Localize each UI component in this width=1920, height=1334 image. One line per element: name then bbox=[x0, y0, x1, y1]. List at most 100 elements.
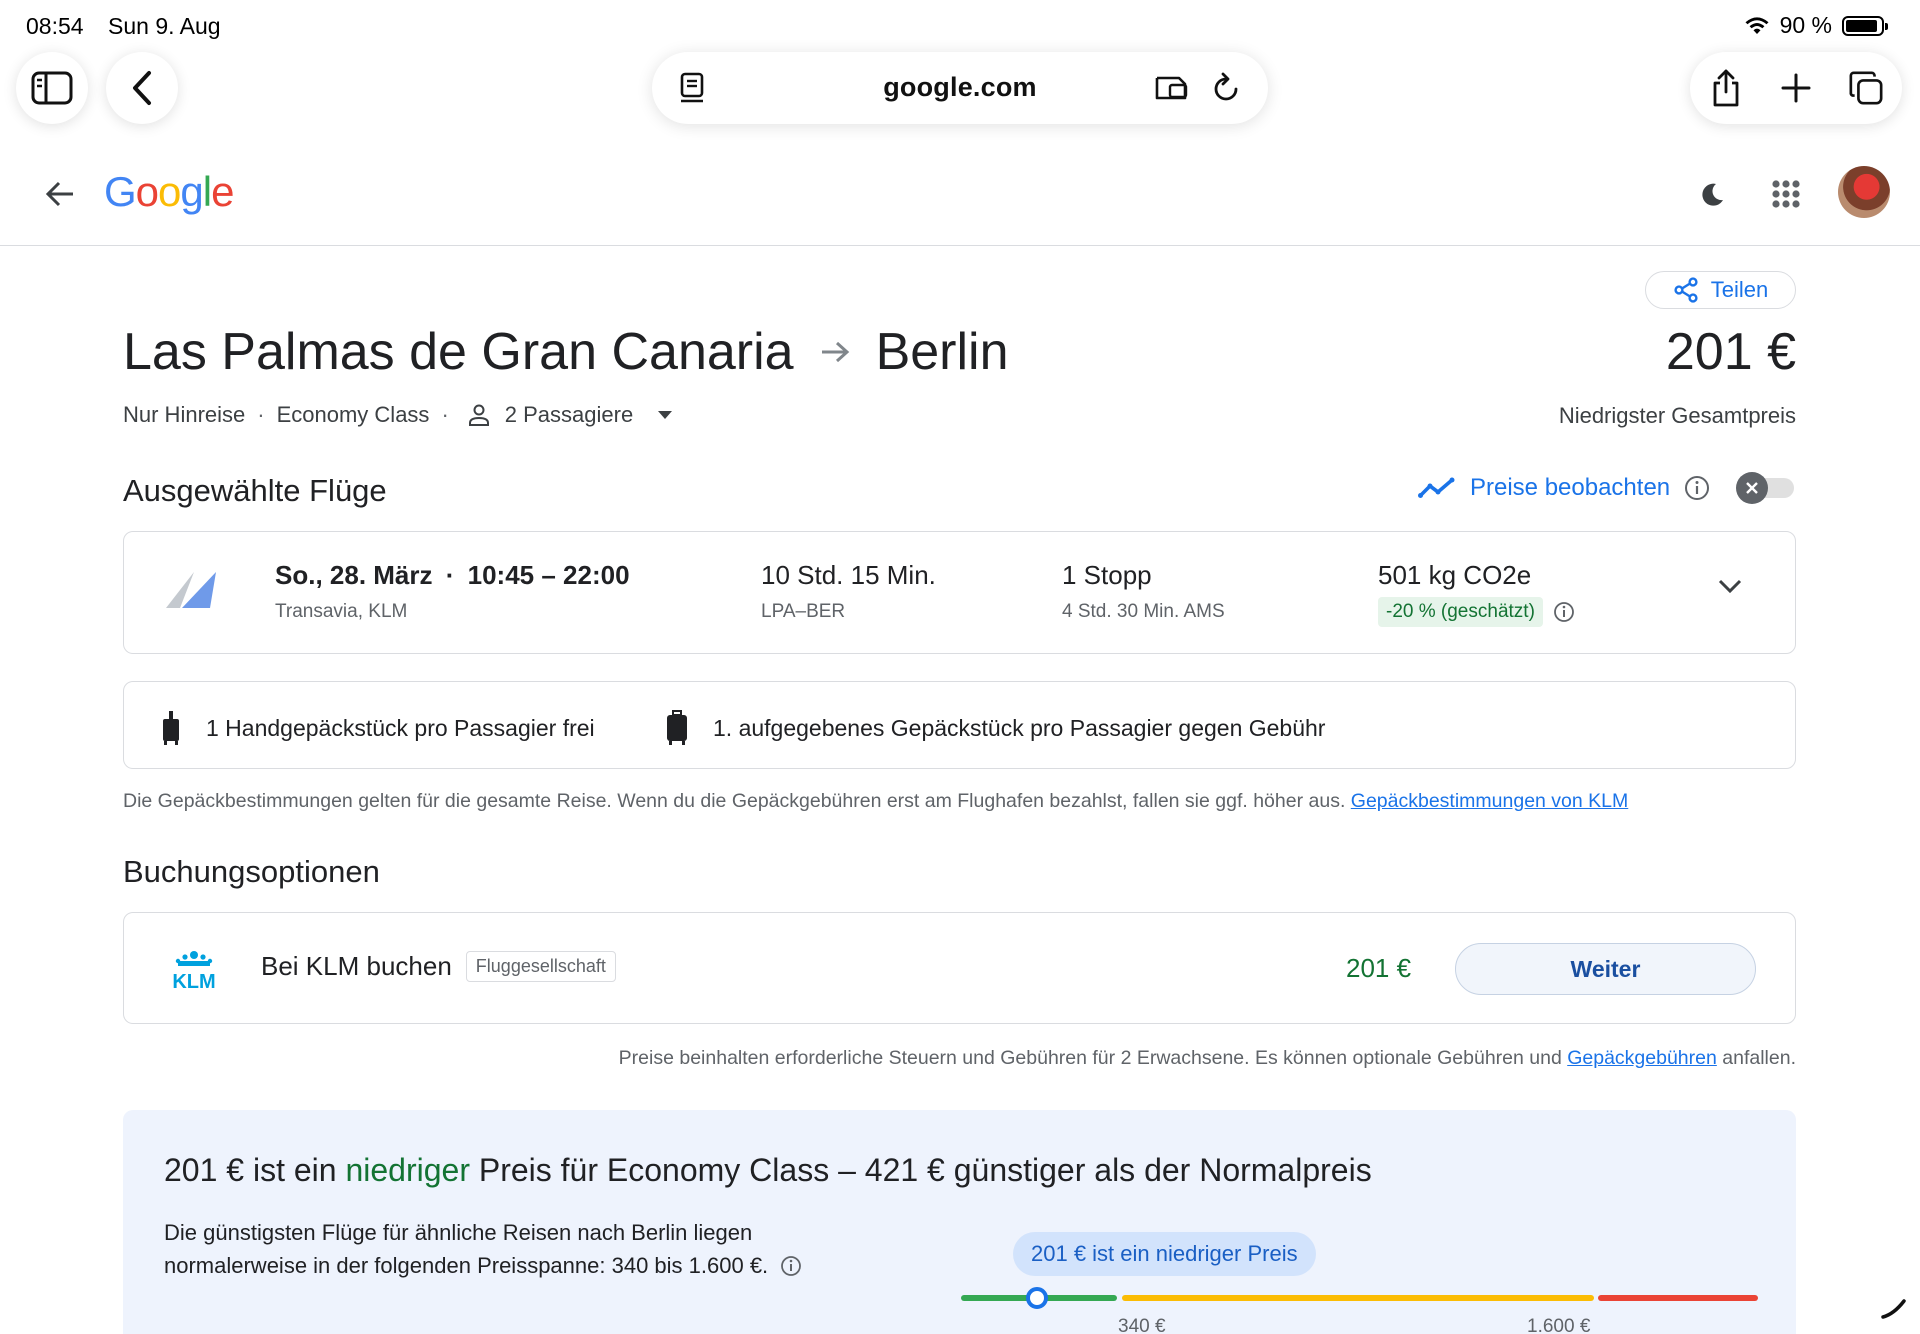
apps-grid-icon bbox=[1772, 180, 1800, 208]
price-bar-high bbox=[1598, 1295, 1758, 1301]
meta-separator: · bbox=[441, 402, 449, 427]
apps-button[interactable] bbox=[1768, 176, 1804, 217]
flight-times: So., 28. März · 10:45 – 22:00 Transavia,… bbox=[275, 560, 630, 623]
checked-bag-text: 1. aufgegebenes Gepäckstück pro Passagie… bbox=[713, 714, 1326, 741]
checked-bag-icon bbox=[667, 710, 687, 745]
arrow-right-icon bbox=[821, 341, 849, 363]
battery-percent: 90 % bbox=[1779, 12, 1832, 38]
carry-on-text: 1 Handgepäckstück pro Passagier frei bbox=[206, 714, 595, 741]
flight-airlines: Transavia, KLM bbox=[275, 601, 408, 622]
layover-value: 4 Std. 30 Min. AMS bbox=[1062, 601, 1225, 622]
status-right: 90 % bbox=[1744, 12, 1888, 39]
emissions-value: 501 kg CO2e bbox=[1378, 560, 1532, 590]
insight-title: 201 € ist ein niedriger Preis für Econom… bbox=[164, 1152, 1372, 1189]
track-prices-label: Preise beobachten bbox=[1470, 474, 1671, 501]
insight-title-suffix: Preis für Economy Class – 421 € günstige… bbox=[478, 1152, 1372, 1188]
trip-meta: Nur Hinreise · Economy Class · 2 Passagi… bbox=[123, 402, 673, 428]
browser-actions bbox=[1690, 52, 1902, 124]
airline-logo bbox=[164, 568, 218, 617]
back-button[interactable] bbox=[40, 174, 80, 214]
baggage-note: Die Gepäckbestimmungen gelten für die ge… bbox=[123, 790, 1628, 813]
close-icon bbox=[1736, 472, 1768, 504]
dark-mode-button[interactable] bbox=[1694, 176, 1730, 217]
share-network-icon bbox=[1674, 277, 1698, 303]
status-date: Sun 9. Aug bbox=[108, 13, 221, 39]
share-button[interactable]: Teilen bbox=[1645, 271, 1796, 309]
lowest-price-label: Niedrigster Gesamtpreis bbox=[1558, 403, 1796, 428]
route-title: Las Palmas de Gran Canaria Berlin bbox=[123, 322, 1009, 382]
flight-card[interactable]: So., 28. März · 10:45 – 22:00 Transavia,… bbox=[123, 531, 1796, 654]
price-insight: 201 € ist ein niedriger Preis für Econom… bbox=[123, 1110, 1796, 1334]
destination-city: Berlin bbox=[875, 323, 1009, 381]
carry-on-bag-icon bbox=[163, 711, 179, 745]
baggage-note-text: Die Gepäckbestimmungen gelten für die ge… bbox=[123, 790, 1346, 812]
flight-emissions: 501 kg CO2e -20 % (geschätzt) bbox=[1378, 560, 1575, 627]
insight-body-text: Die günstigsten Flüge für ähnliche Reise… bbox=[164, 1220, 769, 1278]
booking-price: 201 € bbox=[1346, 953, 1412, 983]
share-icon[interactable] bbox=[1708, 69, 1744, 107]
origin-city: Las Palmas de Gran Canaria bbox=[123, 323, 794, 381]
booking-label: Bei KLM buchen bbox=[261, 951, 452, 981]
selected-flights-heading: Ausgewählte Flüge bbox=[123, 473, 387, 508]
reload-icon[interactable] bbox=[1208, 70, 1244, 106]
address-bar[interactable]: google.com bbox=[652, 52, 1268, 124]
new-tab-icon[interactable] bbox=[1778, 70, 1814, 106]
status-bar: 08:54 Sun 9. Aug 90 % bbox=[0, 0, 1920, 50]
flight-stops: 1 Stopp 4 Std. 30 Min. AMS bbox=[1062, 560, 1225, 623]
passenger-selector[interactable]: 2 Passagiere bbox=[467, 402, 673, 428]
tabs-overview-icon[interactable] bbox=[1848, 70, 1884, 106]
avatar[interactable] bbox=[1838, 166, 1890, 218]
booking-option: KLM Bei KLM buchen Fluggesellschaft 201 … bbox=[123, 912, 1796, 1024]
moon-icon bbox=[1702, 183, 1723, 206]
klm-logo: KLM bbox=[164, 947, 224, 993]
checked-bag-item: 1. aufgegebenes Gepäckstück pro Passagie… bbox=[665, 710, 1325, 746]
translate-icon[interactable] bbox=[1154, 70, 1190, 106]
price-bar-typical bbox=[1122, 1295, 1594, 1301]
date-separator: · bbox=[445, 560, 455, 590]
carry-on-item: 1 Handgepäckstück pro Passagier frei bbox=[160, 710, 595, 746]
chevron-left-icon bbox=[133, 71, 151, 105]
track-prices-toggle[interactable] bbox=[1736, 472, 1796, 504]
expand-button[interactable] bbox=[1717, 578, 1743, 599]
baggage-rules-link[interactable]: Gepäckbestimmungen von KLM bbox=[1351, 790, 1628, 812]
price-note-end: anfallen. bbox=[1722, 1047, 1796, 1069]
insight-title-prefix: 201 € ist ein bbox=[164, 1152, 337, 1188]
baggage-card: 1 Handgepäckstück pro Passagier frei 1. … bbox=[123, 681, 1796, 769]
sidebar-toggle-button[interactable] bbox=[16, 52, 88, 124]
insight-title-highlight: niedriger bbox=[345, 1152, 470, 1188]
chevron-down-icon bbox=[1718, 579, 1742, 594]
tick-high: 1.600 € bbox=[1527, 1316, 1591, 1334]
meta-separator: · bbox=[257, 402, 265, 427]
price-note-text: Preise beinhalten erforderliche Steuern … bbox=[618, 1047, 1562, 1069]
share-label: Teilen bbox=[1710, 277, 1769, 302]
airline-tag: Fluggesellschaft bbox=[465, 951, 616, 982]
passenger-count: 2 Passagiere bbox=[504, 402, 634, 427]
tick-low: 340 € bbox=[1118, 1316, 1166, 1334]
flight-time-range: 10:45 – 22:00 bbox=[467, 560, 630, 590]
price-marker bbox=[1026, 1287, 1048, 1309]
info-icon[interactable] bbox=[1684, 475, 1710, 501]
trend-icon bbox=[1418, 477, 1455, 498]
scroll-indicator-icon bbox=[1881, 1299, 1906, 1319]
insight-body: Die günstigsten Flüge für ähnliche Reise… bbox=[164, 1216, 804, 1282]
cabin-class: Economy Class bbox=[276, 402, 430, 427]
battery-icon bbox=[1842, 15, 1888, 36]
sidebar-icon bbox=[31, 71, 73, 105]
duration-value: 10 Std. 15 Min. bbox=[761, 560, 936, 590]
info-icon[interactable] bbox=[780, 1255, 802, 1277]
track-prices[interactable]: Preise beobachten bbox=[1418, 474, 1710, 502]
baggage-fees-link[interactable]: Gepäckgebühren bbox=[1567, 1047, 1717, 1069]
flight-date: So., 28. März bbox=[275, 560, 433, 590]
google-logo[interactable]: Google bbox=[104, 168, 234, 216]
continue-button[interactable]: Weiter bbox=[1455, 943, 1756, 995]
google-header: Google bbox=[0, 150, 1920, 246]
total-price: 201 € bbox=[1665, 323, 1796, 381]
price-indicator-pill: 201 € ist ein niedriger Preis bbox=[1013, 1232, 1316, 1276]
emissions-badge: -20 % (geschätzt) bbox=[1378, 597, 1543, 627]
info-icon[interactable] bbox=[1553, 601, 1575, 623]
booking-provider: Bei KLM buchen Fluggesellschaft bbox=[261, 951, 616, 982]
browser-back-button[interactable] bbox=[106, 52, 178, 124]
arrow-left-icon bbox=[45, 181, 73, 207]
caret-down-icon bbox=[658, 411, 673, 419]
booking-options-heading: Buchungsoptionen bbox=[123, 854, 380, 889]
